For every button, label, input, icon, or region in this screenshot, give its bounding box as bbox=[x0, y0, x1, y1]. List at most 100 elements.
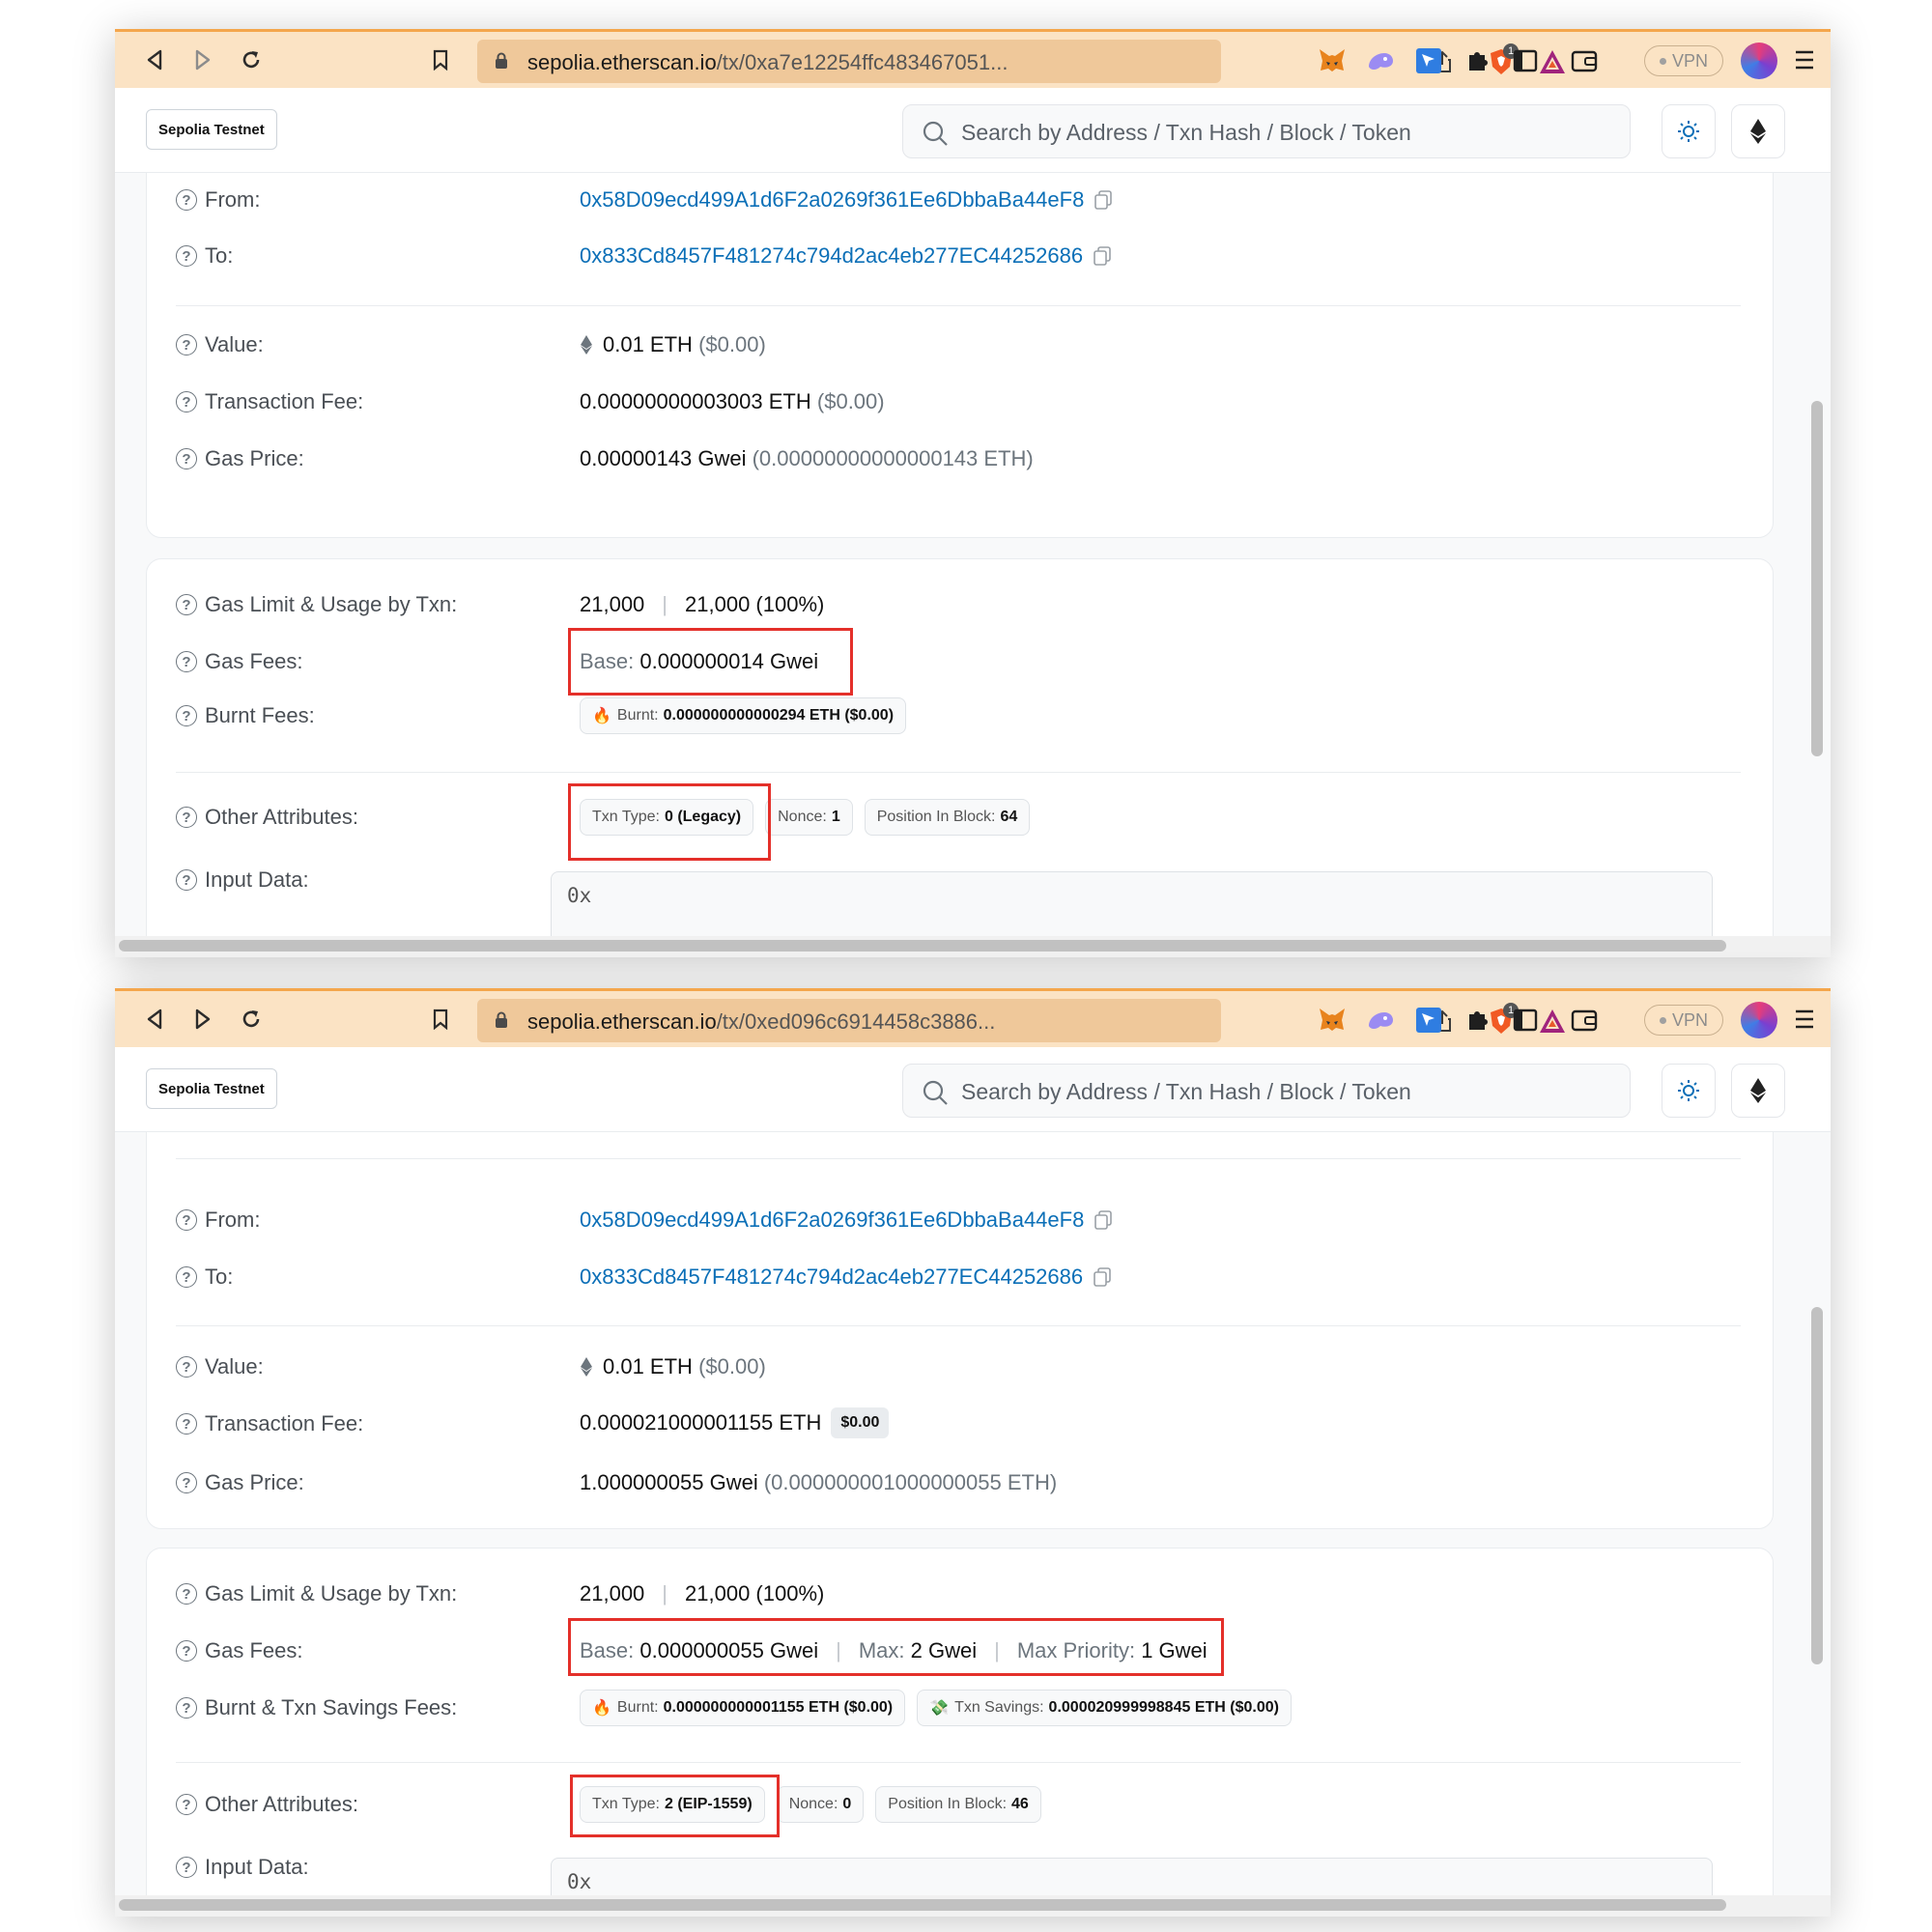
wallet-icon[interactable] bbox=[1569, 1005, 1600, 1036]
row-gas-price: ? Gas Price: 0.00000143 Gwei (0.000000000… bbox=[176, 440, 1741, 479]
copy-icon[interactable] bbox=[1093, 1266, 1112, 1288]
row-to: ? To: 0x833Cd8457F481274c794d2ac4eb277EC4… bbox=[176, 1259, 1741, 1297]
from-address-link[interactable]: 0x58D09ecd499A1d6F2a0269f361Ee6DbbaBa44e… bbox=[580, 1208, 1084, 1233]
reload-icon[interactable] bbox=[237, 45, 266, 74]
menu-icon[interactable] bbox=[1794, 1007, 1815, 1032]
help-icon: ? bbox=[176, 1640, 197, 1662]
theme-toggle-button[interactable] bbox=[1662, 1064, 1716, 1118]
row-transaction-fee: ? Transaction Fee: 0.000021000001155 ETH $… bbox=[176, 1406, 1741, 1444]
extensions-puzzle-icon[interactable] bbox=[1462, 1005, 1492, 1036]
search-input[interactable]: Search by Address / Txn Hash / Block / T… bbox=[902, 104, 1631, 158]
brave-rewards-icon[interactable] bbox=[1538, 1008, 1567, 1035]
copy-icon[interactable] bbox=[1094, 189, 1113, 211]
network-badge[interactable]: Sepolia Testnet bbox=[146, 109, 277, 150]
transaction-details: ? From: 0x58D09ecd499A1d6F2a0269f361Ee6Db… bbox=[115, 1132, 1831, 1895]
search-input[interactable]: Search by Address / Txn Hash / Block / T… bbox=[902, 1064, 1631, 1118]
to-address-link[interactable]: 0x833Cd8457F481274c794d2ac4eb277EC442526… bbox=[580, 1264, 1083, 1290]
help-icon: ? bbox=[176, 1209, 197, 1231]
wallet-icon[interactable] bbox=[1569, 45, 1600, 76]
back-icon[interactable] bbox=[140, 45, 169, 74]
network-switch-button[interactable] bbox=[1731, 1064, 1785, 1118]
url-text: sepolia.etherscan.io/tx/0xa7e12254ffc483… bbox=[527, 50, 1009, 74]
from-address-link[interactable]: 0x58D09ecd499A1d6F2a0269f361Ee6DbbaBa44e… bbox=[580, 187, 1084, 213]
help-icon: ? bbox=[176, 1413, 197, 1435]
row-gas-limit: ? Gas Limit & Usage by Txn: 21,000 | 21,000… bbox=[176, 586, 1741, 625]
help-icon: ? bbox=[176, 334, 197, 355]
divider bbox=[176, 772, 1741, 773]
row-gas-limit: ? Gas Limit & Usage by Txn: 21,000 | 21,000… bbox=[176, 1576, 1741, 1614]
vpn-button[interactable]: VPN bbox=[1644, 1005, 1723, 1036]
highlight-box bbox=[568, 1618, 1224, 1676]
metamask-icon[interactable] bbox=[1317, 1005, 1348, 1036]
help-icon: ? bbox=[176, 245, 197, 267]
overview-card: ? From: 0x58D09ecd499A1d6F2a0269f361Ee6Db… bbox=[146, 173, 1774, 538]
highlight-box bbox=[568, 628, 853, 696]
divider bbox=[176, 305, 1741, 306]
highlight-box bbox=[568, 783, 771, 861]
help-icon: ? bbox=[176, 189, 197, 211]
help-icon: ? bbox=[176, 391, 197, 412]
row-gas-fees: ? Gas Fees: Base: 0.000000014 Gwei bbox=[176, 643, 1741, 682]
extension-cloud-icon[interactable] bbox=[1365, 45, 1396, 76]
vpn-status-icon bbox=[1659, 57, 1666, 65]
profile-avatar[interactable] bbox=[1741, 1002, 1777, 1038]
forward-icon[interactable] bbox=[188, 45, 217, 74]
divider bbox=[176, 1158, 1741, 1159]
url-text: sepolia.etherscan.io/tx/0xed096c6914458c… bbox=[527, 1009, 996, 1034]
horizontal-scrollbar[interactable] bbox=[119, 1899, 1726, 1911]
nonce-pill: Nonce: 0 bbox=[776, 1786, 865, 1823]
brave-rewards-icon[interactable] bbox=[1538, 48, 1567, 75]
search-icon bbox=[923, 121, 948, 146]
row-to: ? To: 0x833Cd8457F481274c794d2ac4eb277EC4… bbox=[176, 238, 1741, 276]
lock-icon bbox=[496, 52, 507, 69]
input-data-textarea[interactable]: 0x bbox=[551, 1858, 1713, 1895]
sidebar-toggle-icon[interactable] bbox=[1510, 45, 1541, 76]
bookmark-icon[interactable] bbox=[426, 45, 455, 74]
help-icon: ? bbox=[176, 705, 197, 726]
copy-icon[interactable] bbox=[1094, 1209, 1113, 1231]
help-icon: ? bbox=[176, 594, 197, 615]
vpn-button[interactable]: VPN bbox=[1644, 45, 1723, 76]
help-icon: ? bbox=[176, 869, 197, 891]
network-switch-button[interactable] bbox=[1731, 104, 1785, 158]
row-from: ? From: 0x58D09ecd499A1d6F2a0269f361Ee6Db… bbox=[176, 1202, 1741, 1240]
extensions-puzzle-icon[interactable] bbox=[1462, 45, 1492, 76]
help-icon: ? bbox=[176, 1794, 197, 1815]
help-icon: ? bbox=[176, 651, 197, 672]
input-data-textarea[interactable]: 0x bbox=[551, 871, 1713, 936]
bookmark-icon[interactable] bbox=[426, 1005, 455, 1034]
network-badge[interactable]: Sepolia Testnet bbox=[146, 1068, 277, 1109]
transaction-details: ? From: 0x58D09ecd499A1d6F2a0269f361Ee6Db… bbox=[115, 173, 1831, 936]
vertical-scrollbar[interactable] bbox=[1811, 401, 1823, 756]
row-other-attributes: ? Other Attributes: Txn Type: 0 (Legacy) N… bbox=[176, 799, 1741, 838]
browser-window-eip1559: sepolia.etherscan.io/tx/0xed096c6914458c… bbox=[115, 988, 1831, 1917]
back-icon[interactable] bbox=[140, 1005, 169, 1034]
etherscan-header: Sepolia Testnet Search by Address / Txn … bbox=[115, 88, 1831, 173]
row-value: ? Value: 0.01 ETH ($0.00) bbox=[176, 1349, 1741, 1387]
extension-cursor-icon[interactable] bbox=[1413, 45, 1444, 76]
gas-details-card: ? Gas Limit & Usage by Txn: 21,000 | 21,000… bbox=[146, 558, 1774, 936]
vertical-scrollbar[interactable] bbox=[1811, 1307, 1823, 1664]
help-icon: ? bbox=[176, 1583, 197, 1605]
help-icon: ? bbox=[176, 1266, 197, 1288]
reload-icon[interactable] bbox=[237, 1005, 266, 1034]
theme-toggle-button[interactable] bbox=[1662, 104, 1716, 158]
sidebar-toggle-icon[interactable] bbox=[1510, 1005, 1541, 1036]
extension-cloud-icon[interactable] bbox=[1365, 1005, 1396, 1036]
menu-icon[interactable] bbox=[1794, 47, 1815, 72]
address-bar[interactable]: sepolia.etherscan.io/tx/0xa7e12254ffc483… bbox=[477, 40, 1565, 83]
help-icon: ? bbox=[176, 1857, 197, 1878]
highlight-box bbox=[570, 1775, 780, 1837]
money-icon: 💸 bbox=[929, 1700, 950, 1717]
help-icon: ? bbox=[176, 1472, 197, 1493]
profile-avatar[interactable] bbox=[1741, 43, 1777, 79]
extension-cursor-icon[interactable] bbox=[1413, 1005, 1444, 1036]
fee-usd-badge: $0.00 bbox=[831, 1407, 890, 1438]
address-bar[interactable]: sepolia.etherscan.io/tx/0xed096c6914458c… bbox=[477, 999, 1565, 1042]
metamask-icon[interactable] bbox=[1317, 45, 1348, 76]
forward-icon[interactable] bbox=[188, 1005, 217, 1034]
horizontal-scrollbar[interactable] bbox=[119, 940, 1726, 952]
copy-icon[interactable] bbox=[1093, 245, 1112, 267]
to-address-link[interactable]: 0x833Cd8457F481274c794d2ac4eb277EC442526… bbox=[580, 243, 1083, 269]
browser-toolbar: sepolia.etherscan.io/tx/0xa7e12254ffc483… bbox=[115, 29, 1831, 88]
